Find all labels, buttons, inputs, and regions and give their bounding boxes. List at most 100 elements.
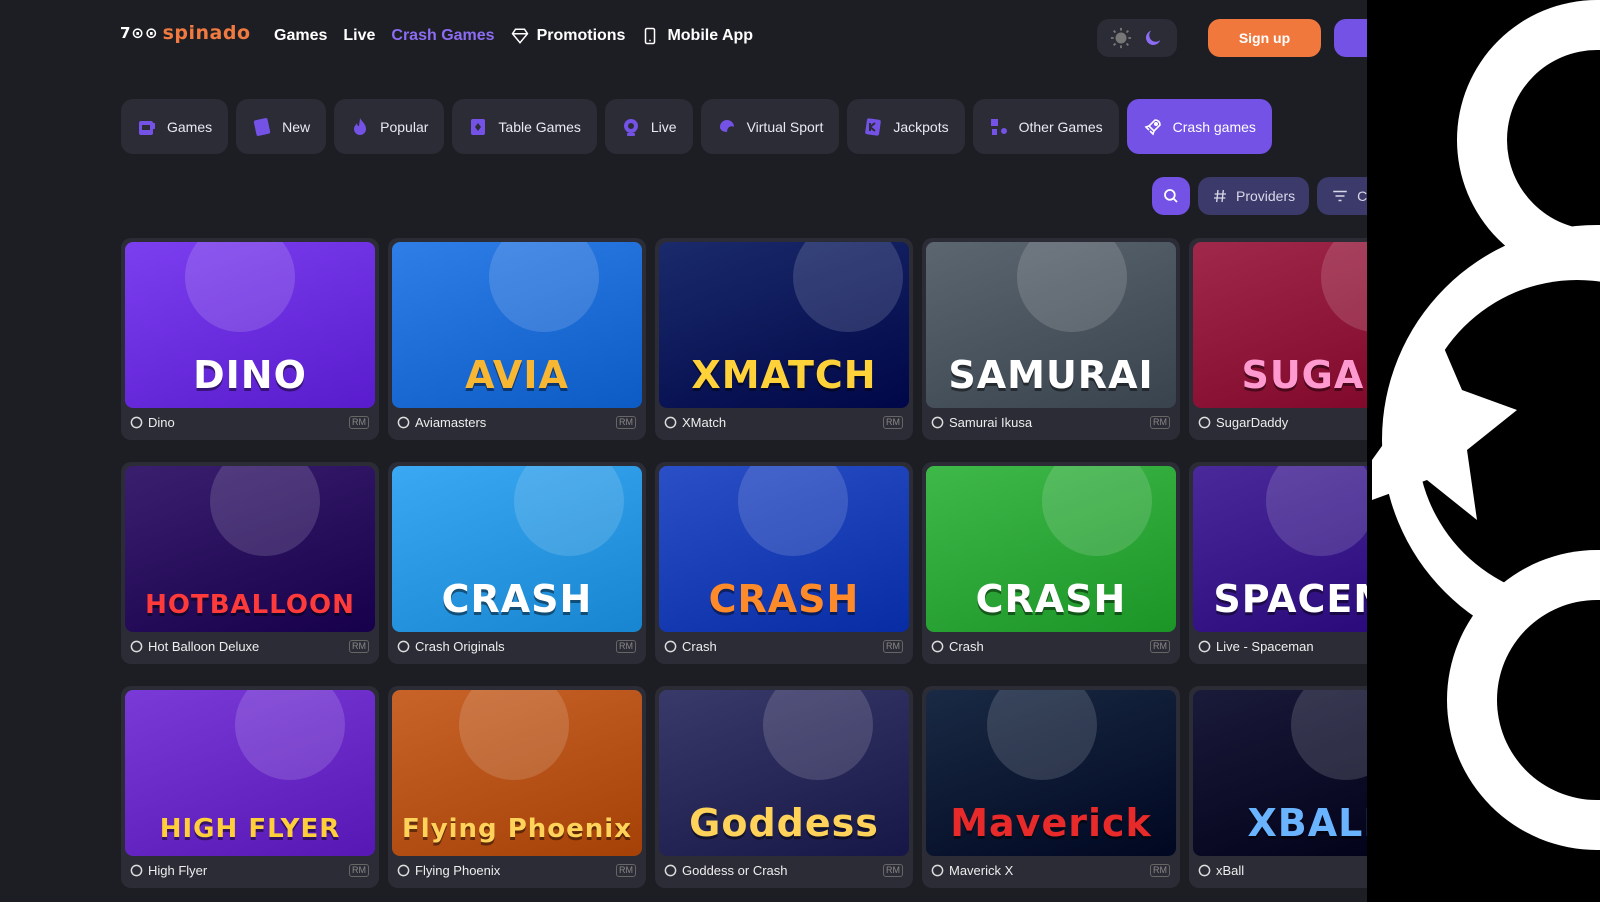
category-virtual-sport[interactable]: Virtual Sport	[700, 99, 840, 154]
game-name: Maverick X	[949, 862, 1014, 878]
game-card[interactable]: SAMURAI Samurai Ikusa RM	[922, 238, 1180, 440]
nav-live[interactable]: Live	[343, 27, 375, 45]
new-badge-icon	[252, 117, 272, 137]
game-card[interactable]: HIGH FLYER High Flyer RM	[121, 686, 379, 888]
moon-icon[interactable]	[1141, 26, 1165, 50]
thumbnail-art-shape	[1266, 466, 1367, 556]
game-art-title: CRASH	[975, 577, 1127, 621]
nav-mobile-app[interactable]: Mobile App	[641, 27, 753, 45]
nav-games[interactable]: Games	[274, 27, 327, 45]
game-meta: Aviamasters RM	[392, 408, 642, 436]
game-card[interactable]: Flying Phoenix Flying Phoenix RM	[388, 686, 646, 888]
game-card[interactable]: DINO Dino RM	[121, 238, 379, 440]
category-table-games-label: Table Games	[498, 118, 581, 135]
game-meta: Crash Originals RM	[392, 632, 642, 660]
signup-button[interactable]: Sign up	[1208, 19, 1321, 57]
providers-label: Providers	[1236, 188, 1296, 204]
category-jackpots[interactable]: Jackpots	[847, 99, 965, 154]
category-virtual-sport-label: Virtual Sport	[746, 118, 824, 135]
provider-icon	[930, 415, 944, 429]
game-art-title: Goddess	[689, 801, 879, 845]
game-card[interactable]: AVIA Aviamasters RM	[388, 238, 646, 440]
game-card[interactable]: Goddess Goddess or Crash RM	[655, 686, 913, 888]
game-card[interactable]: XBALL xBallRM	[1189, 686, 1367, 888]
game-meta: Dino RM	[125, 408, 375, 436]
provider-icon	[396, 863, 410, 877]
filter-button[interactable]: Ch	[1317, 177, 1367, 215]
provider-icon	[129, 639, 143, 653]
sun-icon[interactable]	[1109, 26, 1133, 50]
nav-promotions[interactable]: Promotions	[511, 27, 625, 45]
nav-crash-games[interactable]: Crash Games	[391, 27, 494, 45]
provider-icon	[129, 415, 143, 429]
game-meta: XMatch RM	[659, 408, 909, 436]
game-thumbnail[interactable]: SUGAR	[1193, 242, 1367, 408]
game-thumbnail[interactable]: HOTBALLOON	[125, 466, 375, 632]
game-thumbnail[interactable]: CRASH	[392, 466, 642, 632]
game-card[interactable]: SUGAR SugarDaddyRM	[1189, 238, 1367, 440]
currency-badge: RM	[616, 863, 636, 877]
game-thumbnail[interactable]: SAMURAI	[926, 242, 1176, 408]
game-card[interactable]: SPACEMA Live - SpacemanRM	[1189, 462, 1367, 664]
theme-toggle[interactable]	[1097, 19, 1177, 57]
game-thumbnail[interactable]: AVIA	[392, 242, 642, 408]
category-live[interactable]: Live	[604, 99, 693, 154]
game-thumbnail[interactable]: HIGH FLYER	[125, 690, 375, 856]
game-name: Crash	[682, 638, 717, 654]
category-other-games-label: Other Games	[1018, 118, 1103, 135]
game-meta: Live - SpacemanRM	[1193, 632, 1367, 660]
currency-badge: RM	[349, 415, 369, 429]
currency-badge: RM	[616, 415, 636, 429]
game-name: SugarDaddy	[1216, 414, 1289, 430]
thumbnail-art-shape	[1017, 242, 1127, 332]
provider-icon	[663, 415, 677, 429]
game-name: XMatch	[682, 414, 727, 430]
category-crash-games[interactable]: Crash games	[1126, 99, 1272, 154]
search-button[interactable]	[1152, 177, 1190, 215]
hash-icon	[1214, 189, 1226, 203]
game-thumbnail[interactable]: Flying Phoenix	[392, 690, 642, 856]
game-card[interactable]: CRASH Crash Originals RM	[388, 462, 646, 664]
provider-icon	[1197, 863, 1211, 877]
category-popular[interactable]: Popular	[334, 99, 445, 154]
game-thumbnail[interactable]: CRASH	[659, 466, 909, 632]
game-card[interactable]: HOTBALLOON Hot Balloon Deluxe RM	[121, 462, 379, 664]
nav-games-label: Games	[274, 27, 328, 44]
logo-mark: 7⊙⊙	[120, 24, 159, 42]
category-other-games[interactable]: Other Games	[972, 99, 1119, 154]
provider-icon	[1197, 639, 1211, 653]
game-name: Crash	[949, 638, 984, 654]
game-thumbnail[interactable]: Goddess	[659, 690, 909, 856]
game-thumbnail[interactable]: SPACEMA	[1193, 466, 1367, 632]
provider-icon	[930, 863, 944, 877]
category-new[interactable]: New	[236, 99, 327, 154]
game-thumbnail[interactable]: Maverick	[926, 690, 1176, 856]
game-art-title: DINO	[193, 353, 307, 397]
game-card[interactable]: CRASH Crash RM	[655, 462, 913, 664]
game-thumbnail[interactable]: CRASH	[926, 466, 1176, 632]
providers-button[interactable]: Providers	[1198, 177, 1310, 215]
game-card[interactable]: XMATCH XMatch RM	[655, 238, 913, 440]
game-meta: xBallRM	[1193, 856, 1367, 884]
site-logo[interactable]: 7⊙⊙ spinado	[120, 22, 251, 44]
currency-badge: RM	[883, 863, 903, 877]
category-games[interactable]: Games	[121, 99, 229, 154]
game-meta: Hot Balloon Deluxe RM	[125, 632, 375, 660]
filter-bar: Providers Ch	[1152, 177, 1367, 215]
game-card[interactable]: CRASH Crash RM	[922, 462, 1180, 664]
game-thumbnail[interactable]: XBALL	[1193, 690, 1367, 856]
thumbnail-art-shape	[185, 242, 295, 332]
login-button[interactable]	[1334, 19, 1367, 57]
game-art-title: HOTBALLOON	[145, 590, 355, 620]
category-table-games[interactable]: Table Games	[452, 99, 597, 154]
game-thumbnail[interactable]: XMATCH	[659, 242, 909, 408]
thumbnail-art-shape	[793, 242, 903, 332]
game-name: Crash Originals	[415, 638, 505, 654]
game-card[interactable]: Maverick Maverick X RM	[922, 686, 1180, 888]
provider-icon	[663, 639, 677, 653]
provider-icon	[396, 639, 410, 653]
game-meta: Goddess or Crash RM	[659, 856, 909, 884]
brand-pattern	[1372, 0, 1600, 850]
provider-icon	[930, 639, 944, 653]
game-thumbnail[interactable]: DINO	[125, 242, 375, 408]
